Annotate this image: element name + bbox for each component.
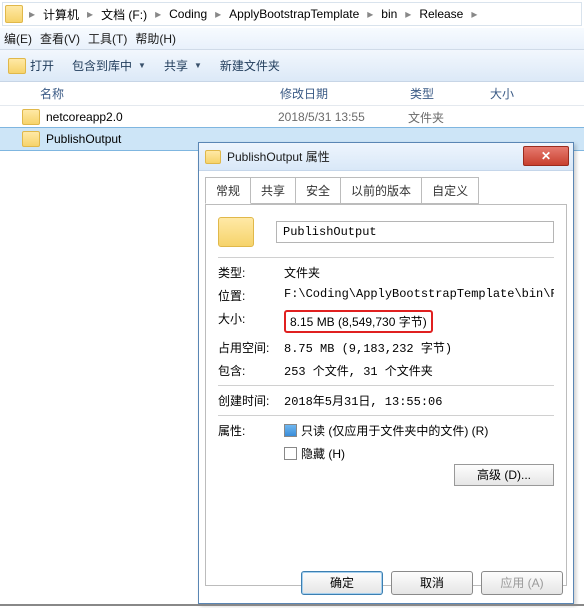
file-type: 文件夹 xyxy=(408,109,488,126)
crumb-folder[interactable]: Release xyxy=(413,5,469,23)
tab-previous-versions[interactable]: 以前的版本 xyxy=(340,177,422,204)
col-size[interactable]: 大小 xyxy=(490,85,550,102)
address-bar[interactable]: ▸ 计算机 ▸ 文档 (F:) ▸ Coding ▸ ApplyBootstra… xyxy=(2,2,582,26)
close-icon: ✕ xyxy=(541,149,551,163)
toolbar: 打开 包含到库中 ▼ 共享 ▼ 新建文件夹 xyxy=(0,50,584,82)
chevron-right-icon[interactable]: ▸ xyxy=(403,7,413,21)
checkbox-readonly-label: 只读 (仅应用于文件夹中的文件) (R) xyxy=(301,422,488,439)
toolbar-open-label: 打开 xyxy=(30,57,54,74)
divider xyxy=(218,385,554,386)
ok-button[interactable]: 确定 xyxy=(301,571,383,595)
crumb-folder[interactable]: Coding xyxy=(163,5,213,23)
divider xyxy=(218,257,554,258)
col-date[interactable]: 修改日期 xyxy=(280,85,410,102)
checkbox-icon xyxy=(284,424,297,437)
toolbar-include-library[interactable]: 包含到库中 ▼ xyxy=(72,57,146,74)
col-type[interactable]: 类型 xyxy=(410,85,490,102)
label-created: 创建时间: xyxy=(218,392,284,409)
tab-strip: 常规 共享 安全 以前的版本 自定义 xyxy=(205,177,567,204)
menu-tools[interactable]: 工具(T) xyxy=(88,30,127,47)
dialog-button-row: 确定 取消 应用 (A) xyxy=(301,571,563,595)
label-location: 位置: xyxy=(218,287,284,304)
toolbar-share-label: 共享 xyxy=(164,57,188,74)
label-attributes: 属性: xyxy=(218,422,284,486)
dialog-titlebar[interactable]: PublishOutput 属性 ✕ xyxy=(199,143,573,171)
close-button[interactable]: ✕ xyxy=(523,146,569,166)
divider xyxy=(218,415,554,416)
checkbox-readonly[interactable]: 只读 (仅应用于文件夹中的文件) (R) xyxy=(284,422,554,439)
size-highlight: 8.15 MB (8,549,730 字节) xyxy=(284,310,433,333)
value-size: 8.15 MB (8,549,730 字节) xyxy=(284,310,554,333)
menu-help[interactable]: 帮助(H) xyxy=(135,30,176,47)
value-location: F:\Coding\ApplyBootstrapTemplate\bin\Rel… xyxy=(284,287,554,304)
folder-name-input[interactable] xyxy=(276,221,554,243)
col-name[interactable]: 名称 xyxy=(0,85,280,102)
folder-icon xyxy=(22,131,40,147)
tab-panel-general: 类型:文件夹 位置:F:\Coding\ApplyBootstrapTempla… xyxy=(205,204,567,586)
chevron-right-icon[interactable]: ▸ xyxy=(365,7,375,21)
folder-icon xyxy=(205,150,221,164)
chevron-down-icon: ▼ xyxy=(194,61,202,70)
file-name: netcoreapp2.0 xyxy=(46,110,278,124)
toolbar-include-label: 包含到库中 xyxy=(72,57,132,74)
checkbox-icon xyxy=(284,447,297,460)
checkbox-hidden-label: 隐藏 (H) xyxy=(301,445,345,462)
open-icon xyxy=(8,58,26,74)
cancel-button[interactable]: 取消 xyxy=(391,571,473,595)
value-type: 文件夹 xyxy=(284,264,554,281)
menu-bar: 编(E) 查看(V) 工具(T) 帮助(H) xyxy=(0,28,584,50)
value-size-on-disk: 8.75 MB (9,183,232 字节) xyxy=(284,339,554,356)
crumb-drive[interactable]: 文档 (F:) xyxy=(95,4,153,25)
crumb-computer[interactable]: 计算机 xyxy=(37,4,85,25)
toolbar-new-folder[interactable]: 新建文件夹 xyxy=(220,57,280,74)
toolbar-share[interactable]: 共享 ▼ xyxy=(164,57,202,74)
crumb-folder[interactable]: bin xyxy=(375,5,403,23)
toolbar-newfolder-label: 新建文件夹 xyxy=(220,57,280,74)
tab-general[interactable]: 常规 xyxy=(205,177,251,204)
chevron-right-icon[interactable]: ▸ xyxy=(153,7,163,21)
advanced-button[interactable]: 高级 (D)... xyxy=(454,464,554,486)
toolbar-open[interactable]: 打开 xyxy=(8,57,54,74)
properties-dialog: PublishOutput 属性 ✕ 常规 共享 安全 以前的版本 自定义 类型… xyxy=(198,142,574,604)
chevron-right-icon[interactable]: ▸ xyxy=(469,7,479,21)
apply-button[interactable]: 应用 (A) xyxy=(481,571,563,595)
list-item[interactable]: netcoreapp2.0 2018/5/31 13:55 文件夹 xyxy=(0,106,584,128)
value-contains: 253 个文件, 31 个文件夹 xyxy=(284,362,554,379)
folder-icon xyxy=(5,5,23,23)
chevron-right-icon[interactable]: ▸ xyxy=(213,7,223,21)
label-size: 大小: xyxy=(218,310,284,333)
crumb-folder[interactable]: ApplyBootstrapTemplate xyxy=(223,5,365,23)
tab-share[interactable]: 共享 xyxy=(250,177,296,204)
label-contains: 包含: xyxy=(218,362,284,379)
tab-security[interactable]: 安全 xyxy=(295,177,341,204)
label-size-on-disk: 占用空间: xyxy=(218,339,284,356)
file-date: 2018/5/31 13:55 xyxy=(278,110,408,124)
chevron-right-icon[interactable]: ▸ xyxy=(27,7,37,21)
menu-view[interactable]: 查看(V) xyxy=(40,30,80,47)
label-type: 类型: xyxy=(218,264,284,281)
list-header: 名称 修改日期 类型 大小 xyxy=(0,82,584,106)
checkbox-hidden[interactable]: 隐藏 (H) xyxy=(284,445,554,462)
chevron-right-icon[interactable]: ▸ xyxy=(85,7,95,21)
value-created: 2018年5月31日, 13:55:06 xyxy=(284,392,554,409)
menu-edit[interactable]: 编(E) xyxy=(4,30,32,47)
folder-icon xyxy=(22,109,40,125)
chevron-down-icon: ▼ xyxy=(138,61,146,70)
folder-icon xyxy=(218,217,254,247)
dialog-title: PublishOutput 属性 xyxy=(227,148,330,165)
tab-custom[interactable]: 自定义 xyxy=(421,177,479,204)
